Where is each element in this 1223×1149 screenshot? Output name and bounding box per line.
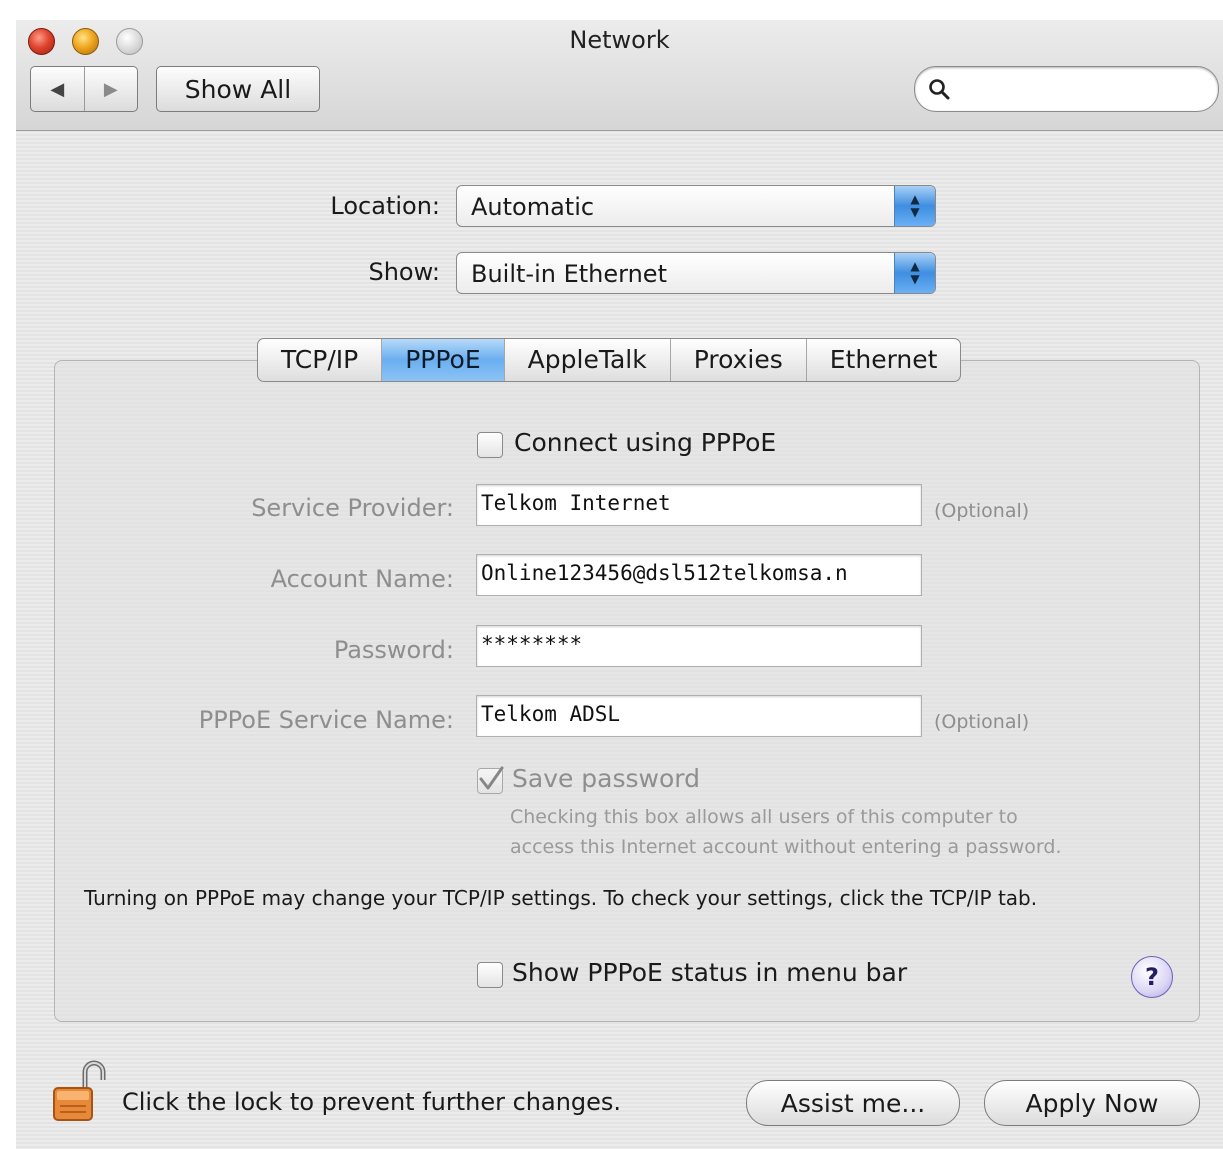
password-label: Password: bbox=[333, 636, 454, 664]
save-password-help: Checking this box allows all users of th… bbox=[510, 802, 1061, 862]
service-name-optional: (Optional) bbox=[934, 711, 1030, 733]
connect-pppoe-checkbox[interactable] bbox=[477, 432, 503, 458]
checkmark-icon bbox=[479, 766, 504, 790]
lock-message: Click the lock to prevent further change… bbox=[122, 1088, 622, 1116]
location-value: Automatic bbox=[471, 193, 595, 221]
help-button[interactable]: ? bbox=[1131, 956, 1173, 998]
back-arrow-icon: ◀ bbox=[50, 78, 65, 100]
apply-now-button[interactable]: Apply Now bbox=[984, 1080, 1200, 1126]
tab-proxies[interactable]: Proxies bbox=[671, 339, 807, 381]
tcpip-warning-note: Turning on PPPoE may change your TCP/IP … bbox=[84, 886, 1038, 910]
lock-icon[interactable] bbox=[52, 1060, 112, 1124]
service-provider-label: Service Provider: bbox=[251, 494, 454, 522]
popup-arrows-icon: ▲ ▼ bbox=[894, 186, 935, 226]
save-password-checkbox[interactable] bbox=[477, 766, 504, 794]
location-label: Location: bbox=[330, 192, 440, 220]
forward-button[interactable]: ▶ bbox=[85, 67, 138, 111]
search-field[interactable] bbox=[914, 66, 1219, 112]
service-provider-field[interactable]: Telkom Internet bbox=[476, 484, 922, 526]
tab-ethernet[interactable]: Ethernet bbox=[807, 339, 961, 381]
tab-bar: TCP/IP PPPoE AppleTalk Proxies Ethernet bbox=[257, 338, 962, 382]
tab-content-panel bbox=[54, 360, 1200, 1022]
tab-tcpip[interactable]: TCP/IP bbox=[258, 339, 383, 381]
title-bar: Network ◀ ▶ Show All bbox=[16, 20, 1223, 131]
show-label: Show: bbox=[368, 258, 440, 286]
account-name-field[interactable]: Online123456@dsl512telkomsa.n bbox=[476, 554, 922, 596]
back-forward-control: ◀ ▶ bbox=[30, 66, 138, 112]
save-password-label[interactable]: Save password bbox=[512, 764, 700, 793]
location-popup[interactable]: Automatic ▲ ▼ bbox=[456, 185, 936, 227]
window-title: Network bbox=[569, 26, 670, 54]
show-value: Built-in Ethernet bbox=[471, 260, 667, 288]
show-status-checkbox[interactable] bbox=[477, 962, 503, 988]
back-button[interactable]: ◀ bbox=[31, 67, 84, 111]
password-field[interactable]: ******** bbox=[476, 625, 922, 667]
popup-arrows-icon: ▲ ▼ bbox=[894, 253, 935, 293]
show-all-button[interactable]: Show All bbox=[156, 66, 320, 112]
network-preferences-window: Network ◀ ▶ Show All Location: Automatic… bbox=[16, 20, 1223, 1149]
forward-arrow-icon: ▶ bbox=[103, 78, 118, 100]
service-provider-optional: (Optional) bbox=[934, 500, 1030, 522]
assist-me-button[interactable]: Assist me... bbox=[746, 1080, 960, 1126]
pppoe-service-name-label: PPPoE Service Name: bbox=[198, 706, 454, 734]
tab-pppoe[interactable]: PPPoE bbox=[382, 339, 505, 381]
help-icon: ? bbox=[1145, 963, 1159, 991]
tab-appletalk[interactable]: AppleTalk bbox=[505, 339, 671, 381]
search-icon bbox=[929, 79, 950, 100]
save-password-help-line: access this Internet account without ent… bbox=[510, 836, 1062, 858]
pppoe-service-name-field[interactable]: Telkom ADSL bbox=[476, 695, 922, 737]
show-popup[interactable]: Built-in Ethernet ▲ ▼ bbox=[456, 252, 936, 294]
show-status-label[interactable]: Show PPPoE status in menu bar bbox=[512, 958, 907, 987]
connect-pppoe-label[interactable]: Connect using PPPoE bbox=[514, 428, 776, 457]
account-name-label: Account Name: bbox=[270, 565, 454, 593]
save-password-help-line: Checking this box allows all users of th… bbox=[510, 806, 1018, 828]
